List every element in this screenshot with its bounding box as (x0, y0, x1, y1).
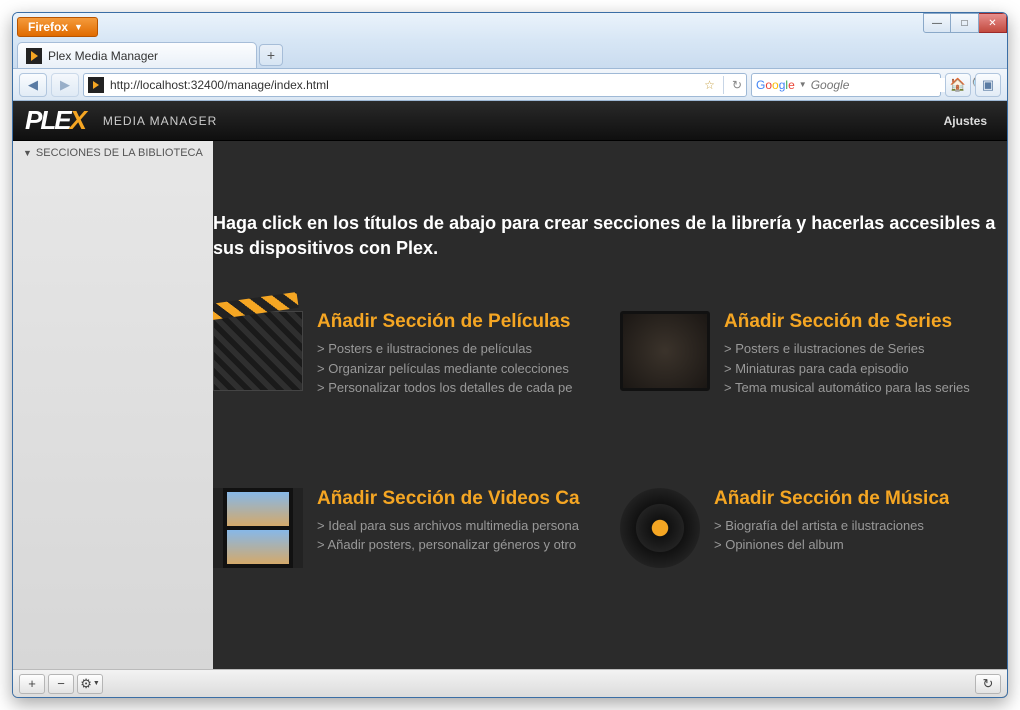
plex-logo: PLEX (25, 105, 85, 136)
plex-favicon-icon (26, 48, 42, 64)
add-music-section[interactable]: Añadir Sección de Música > Biografía del… (620, 488, 1007, 568)
plex-subtitle: MEDIA MANAGER (103, 114, 217, 128)
plex-app: PLEX MEDIA MANAGER Ajustes ▼ SECCIONES D… (13, 101, 1007, 697)
new-tab-button[interactable]: + (259, 44, 283, 66)
tab-title: Plex Media Manager (48, 49, 158, 63)
home-button[interactable]: 🏠 (945, 73, 971, 97)
section-bullets: > Posters e ilustraciones de películas >… (317, 339, 572, 398)
record-icon (620, 488, 700, 568)
section-title: Añadir Sección de Películas (317, 311, 572, 333)
bullet: > Ideal para sus archivos multimedia per… (317, 516, 580, 536)
separator (723, 76, 724, 94)
forward-button[interactable]: ▶ (51, 73, 79, 97)
gear-button[interactable]: ⚙▼ (77, 674, 103, 694)
gear-icon: ⚙ (80, 676, 92, 692)
remove-button[interactable]: − (48, 674, 74, 694)
add-movies-section[interactable]: Añadir Sección de Películas > Posters e … (213, 311, 600, 398)
chevron-down-icon: ▼ (23, 148, 32, 158)
section-title: Añadir Sección de Música (714, 488, 949, 510)
bullet: > Miniaturas para cada episodio (724, 359, 970, 379)
close-button[interactable]: ✕ (979, 13, 1007, 33)
intro-text: Haga click en los títulos de abajo para … (213, 211, 999, 261)
tv-icon (620, 311, 710, 391)
refresh-button[interactable]: ↻ (975, 674, 1001, 694)
maximize-button[interactable]: □ (951, 13, 979, 33)
firefox-label: Firefox (28, 20, 68, 34)
tabstrip: Plex Media Manager + (13, 41, 1007, 69)
bullet: > Opiniones del album (714, 535, 949, 555)
bullet: > Tema musical automático para las serie… (724, 378, 970, 398)
add-series-section[interactable]: Añadir Sección de Series > Posters e ilu… (620, 311, 1007, 398)
bullet: > Posters e ilustraciones de Series (724, 339, 970, 359)
sidebar-header-label: SECCIONES DE LA BIBLIOTECA (36, 147, 203, 159)
google-icon: Google (756, 78, 795, 92)
section-bullets: > Ideal para sus archivos multimedia per… (317, 516, 580, 555)
bullet: > Organizar películas mediante coleccion… (317, 359, 572, 379)
section-title: Añadir Sección de Videos Ca (317, 488, 580, 510)
minimize-button[interactable]: — (923, 13, 951, 33)
chevron-down-icon: ▼ (93, 680, 100, 687)
chevron-down-icon: ▼ (74, 22, 83, 32)
bullet: > Posters e ilustraciones de películas (317, 339, 572, 359)
sections-grid: Añadir Sección de Películas > Posters e … (213, 311, 1007, 568)
bullet: > Personalizar todos los detalles de cad… (317, 378, 572, 398)
plex-header: PLEX MEDIA MANAGER Ajustes (13, 101, 1007, 141)
titlebar: Firefox ▼ — □ ✕ (13, 13, 1007, 41)
window-controls: — □ ✕ (923, 13, 1007, 33)
settings-button[interactable]: Ajustes (936, 110, 995, 132)
bookmarks-button[interactable]: ▣ (975, 73, 1001, 97)
sidebar: ▼ SECCIONES DE LA BIBLIOTECA (13, 141, 213, 697)
browser-window: Firefox ▼ — □ ✕ Plex Media Manager + ◀ ▶… (12, 12, 1008, 698)
url-input[interactable] (110, 78, 698, 92)
logo-text: PLE (25, 105, 70, 135)
firefox-menu-button[interactable]: Firefox ▼ (17, 17, 98, 37)
reload-icon[interactable]: ↻ (732, 78, 742, 92)
chevron-down-icon[interactable]: ▼ (799, 80, 807, 89)
url-icons: ☆ ↻ (704, 76, 742, 94)
content-area: PLEX MEDIA MANAGER Ajustes ▼ SECCIONES D… (13, 101, 1007, 697)
bullet: > Biografía del artista e ilustraciones (714, 516, 949, 536)
section-bullets: > Biografía del artista e ilustraciones … (714, 516, 949, 555)
main-panel: Haga click en los títulos de abajo para … (213, 141, 1007, 697)
plex-footer: + − ⚙▼ ↻ (13, 669, 1007, 697)
sidebar-header[interactable]: ▼ SECCIONES DE LA BIBLIOTECA (13, 141, 213, 165)
add-home-videos-section[interactable]: Añadir Sección de Videos Ca > Ideal para… (213, 488, 600, 568)
filmstrip-icon (213, 488, 303, 568)
section-bullets: > Posters e ilustraciones de Series > Mi… (724, 339, 970, 398)
bullet: > Añadir posters, personalizar géneros y… (317, 535, 580, 555)
back-button[interactable]: ◀ (19, 73, 47, 97)
browser-tab[interactable]: Plex Media Manager (17, 42, 257, 68)
logo-accent: X (70, 105, 85, 135)
clapper-icon (213, 311, 303, 391)
star-icon[interactable]: ☆ (704, 78, 715, 92)
plex-body: ▼ SECCIONES DE LA BIBLIOTECA Haga click … (13, 141, 1007, 697)
add-button[interactable]: + (19, 674, 45, 694)
search-bar[interactable]: Google ▼ 🔍 (751, 73, 941, 97)
section-title: Añadir Sección de Series (724, 311, 970, 333)
url-bar[interactable]: ☆ ↻ (83, 73, 747, 97)
navbar: ◀ ▶ ☆ ↻ Google ▼ 🔍 🏠 ▣ (13, 69, 1007, 101)
plex-favicon-icon (88, 77, 104, 93)
